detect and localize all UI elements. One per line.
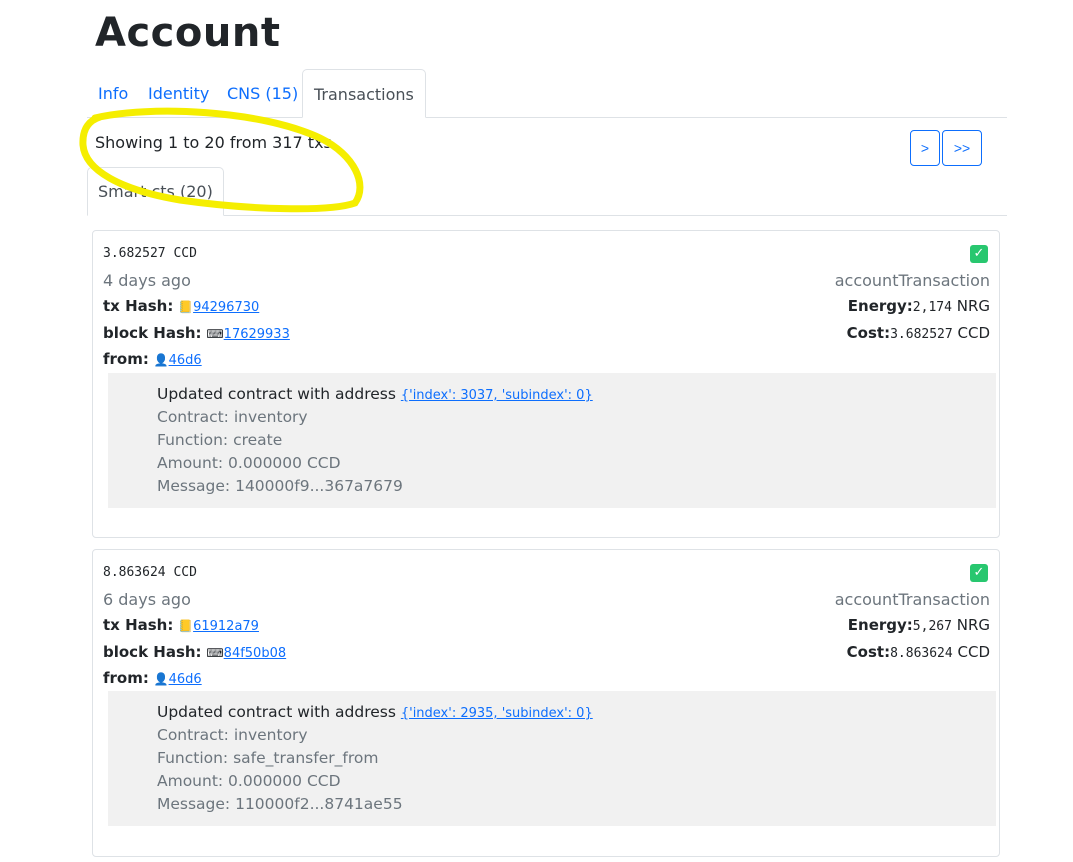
energy-value: 2,174 [912, 300, 952, 315]
summary-text: Updated contract with address [157, 385, 401, 403]
amount-line: Amount: 0.000000 CCD [157, 772, 341, 790]
summary-text: Updated contract with address [157, 703, 401, 721]
transaction-card: 3.682527 CCD ✓ 4 days ago accountTransac… [92, 230, 1000, 538]
account-tabs: Info Identity CNS (15) Transactions [87, 69, 1007, 118]
tx-type: accountTransaction [834, 271, 990, 290]
tx-hash-row: tx Hash: 📒94296730 [103, 297, 259, 315]
tab-cns[interactable]: CNS (15) [216, 69, 309, 116]
cost-row: Cost:3.682527 CCD [847, 324, 990, 342]
from-label: from: [103, 350, 149, 368]
block-hash-link[interactable]: 17629933 [224, 327, 290, 342]
block-hash-link[interactable]: 84f50b08 [224, 646, 286, 661]
check-icon: ✓ [970, 245, 988, 263]
block-hash-row: block Hash: ⌨17629933 [103, 324, 290, 342]
energy-label: Energy: [847, 616, 913, 634]
tx-details: Updated contract with address {'index': … [108, 691, 996, 826]
tx-details: Updated contract with address {'index': … [108, 373, 996, 508]
cost-row: Cost:8.863624 CCD [847, 643, 990, 661]
contract-line: Contract: inventory [157, 408, 308, 426]
cost-label: Cost: [846, 643, 891, 661]
amount-line: Amount: 0.000000 CCD [157, 454, 341, 472]
tx-type: accountTransaction [834, 590, 990, 609]
tx-age: 4 days ago [103, 271, 191, 290]
summary-line: Updated contract with address {'index': … [157, 383, 996, 406]
block-hash-label: block Hash: [103, 324, 202, 342]
energy-label: Energy: [847, 297, 913, 315]
transaction-subtabs: Smart cts (20) [87, 167, 1007, 216]
tab-info[interactable]: Info [87, 69, 139, 116]
from-row: from: 👤46d6 [103, 350, 202, 368]
notebook-icon: 📒 [178, 619, 194, 633]
message-line: Message: 110000f2...8741ae55 [157, 795, 403, 813]
summary-line: Updated contract with address {'index': … [157, 701, 996, 724]
cost-unit: CCD [957, 324, 991, 342]
contract-line: Contract: inventory [157, 726, 308, 744]
tx-hash-row: tx Hash: 📒61912a79 [103, 616, 259, 634]
from-row: from: 👤46d6 [103, 669, 202, 687]
tx-hash-label: tx Hash: [103, 297, 174, 315]
check-icon: ✓ [970, 564, 988, 582]
tx-hash-label: tx Hash: [103, 616, 174, 634]
keyboard-icon: ⌨ [206, 327, 224, 341]
energy-unit: NRG [956, 297, 990, 315]
cost-unit: CCD [957, 643, 991, 661]
tab-transactions[interactable]: Transactions [302, 69, 426, 118]
user-icon: 👤 [153, 672, 169, 686]
function-line: Function: create [157, 431, 283, 449]
from-link[interactable]: 46d6 [169, 353, 202, 368]
from-label: from: [103, 669, 149, 687]
notebook-icon: 📒 [178, 300, 194, 314]
contract-address-link[interactable]: {'index': 3037, 'subindex': 0} [401, 388, 593, 403]
tx-age: 6 days ago [103, 590, 191, 609]
tx-amount: 3.682527 CCD [103, 246, 197, 261]
transaction-card: 8.863624 CCD ✓ 6 days ago accountTransac… [92, 549, 1000, 857]
energy-row: Energy:5,267 NRG [848, 616, 990, 634]
energy-row: Energy:2,174 NRG [848, 297, 990, 315]
keyboard-icon: ⌨ [206, 646, 224, 660]
tx-amount: 8.863624 CCD [103, 565, 197, 580]
last-page-button[interactable]: >> [942, 130, 982, 166]
block-hash-label: block Hash: [103, 643, 202, 661]
contract-address-link[interactable]: {'index': 2935, 'subindex': 0} [401, 706, 593, 721]
energy-unit: NRG [956, 616, 990, 634]
message-line: Message: 140000f9...367a7679 [157, 477, 403, 495]
page-title: Account [95, 10, 281, 56]
tab-identity[interactable]: Identity [137, 69, 220, 116]
user-icon: 👤 [153, 353, 169, 367]
next-page-button[interactable]: > [910, 130, 940, 166]
showing-text: Showing 1 to 20 from 317 txs [95, 133, 332, 152]
tab-smart-contracts[interactable]: Smart cts (20) [87, 167, 224, 216]
function-line: Function: safe_transfer_from [157, 749, 379, 767]
energy-value: 5,267 [912, 619, 952, 634]
block-hash-row: block Hash: ⌨84f50b08 [103, 643, 286, 661]
cost-value: 8.863624 [890, 646, 953, 661]
tx-hash-link[interactable]: 61912a79 [193, 619, 259, 634]
cost-value: 3.682527 [890, 327, 953, 342]
from-link[interactable]: 46d6 [169, 672, 202, 687]
tx-hash-link[interactable]: 94296730 [193, 300, 259, 315]
cost-label: Cost: [846, 324, 891, 342]
